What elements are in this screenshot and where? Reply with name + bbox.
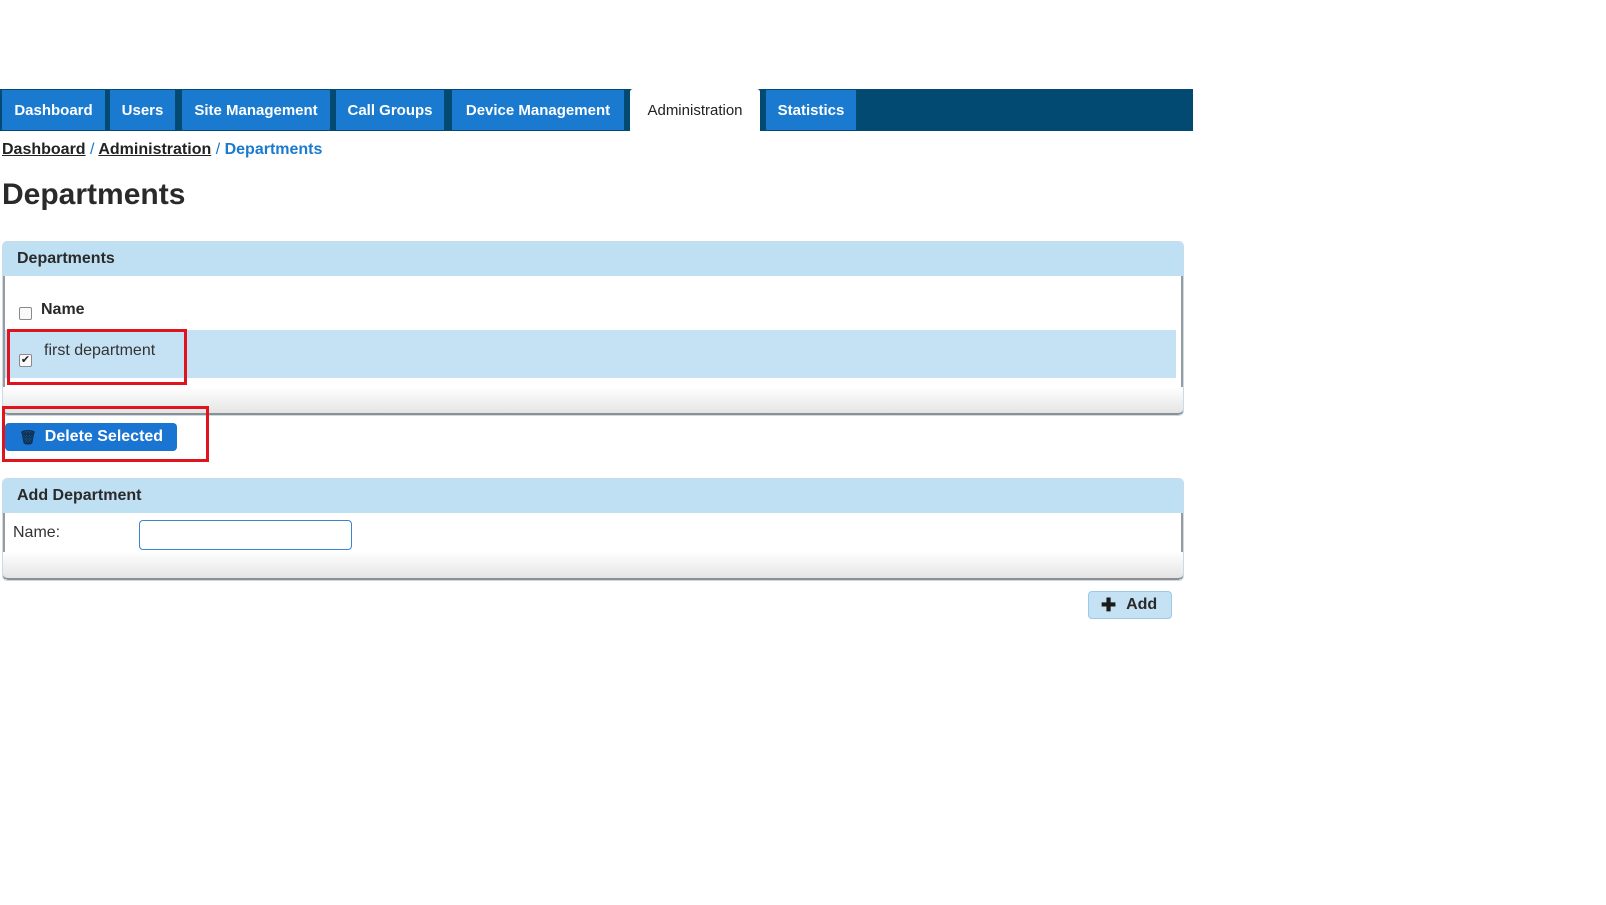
departments-panel-footer xyxy=(3,387,1183,415)
name-field-label: Name: xyxy=(13,524,61,541)
plus-icon: ✚ xyxy=(1101,594,1117,615)
departments-panel: Departments Name ✔ first department xyxy=(2,241,1184,416)
tab-users[interactable]: Users xyxy=(110,90,175,130)
breadcrumb-dashboard-link[interactable]: Dashboard xyxy=(2,141,86,158)
breadcrumb-current: Departments xyxy=(224,141,323,158)
row-checkbox[interactable]: ✔ xyxy=(19,354,32,367)
departments-panel-header: Departments xyxy=(3,242,1183,276)
delete-selected-label: Delete Selected xyxy=(44,428,164,445)
table-row[interactable]: ✔ first department xyxy=(5,330,1176,378)
trash-icon: 🗑︎ xyxy=(19,428,37,445)
breadcrumb-separator: / xyxy=(215,141,221,158)
department-name-input[interactable] xyxy=(139,520,352,550)
tab-statistics[interactable]: Statistics xyxy=(766,90,856,130)
add-button-label: Add xyxy=(1126,596,1158,613)
breadcrumb-separator: / xyxy=(90,141,95,158)
name-column-header: Name xyxy=(41,301,85,318)
add-department-panel-footer xyxy=(3,552,1183,580)
breadcrumb: Dashboard / Administration / Departments xyxy=(2,141,322,159)
app-root: Dashboard Users Site Management Call Gro… xyxy=(0,0,1606,905)
tab-device-management[interactable]: Device Management xyxy=(452,90,624,130)
add-department-panel-header: Add Department xyxy=(3,479,1183,513)
department-name: first department xyxy=(44,342,156,359)
breadcrumb-administration-link[interactable]: Administration xyxy=(98,141,211,158)
tab-administration[interactable]: Administration xyxy=(630,89,760,131)
add-button[interactable]: ✚ Add xyxy=(1088,591,1172,619)
select-all-checkbox[interactable] xyxy=(19,307,32,320)
tab-dashboard[interactable]: Dashboard xyxy=(2,90,105,130)
add-department-panel: Add Department Name: xyxy=(2,478,1184,581)
page-title: Departments xyxy=(2,178,186,211)
tab-call-groups[interactable]: Call Groups xyxy=(336,90,444,130)
main-nav: Dashboard Users Site Management Call Gro… xyxy=(0,89,1193,131)
delete-selected-button[interactable]: 🗑︎ Delete Selected xyxy=(5,423,177,451)
tab-site-management[interactable]: Site Management xyxy=(182,90,330,130)
